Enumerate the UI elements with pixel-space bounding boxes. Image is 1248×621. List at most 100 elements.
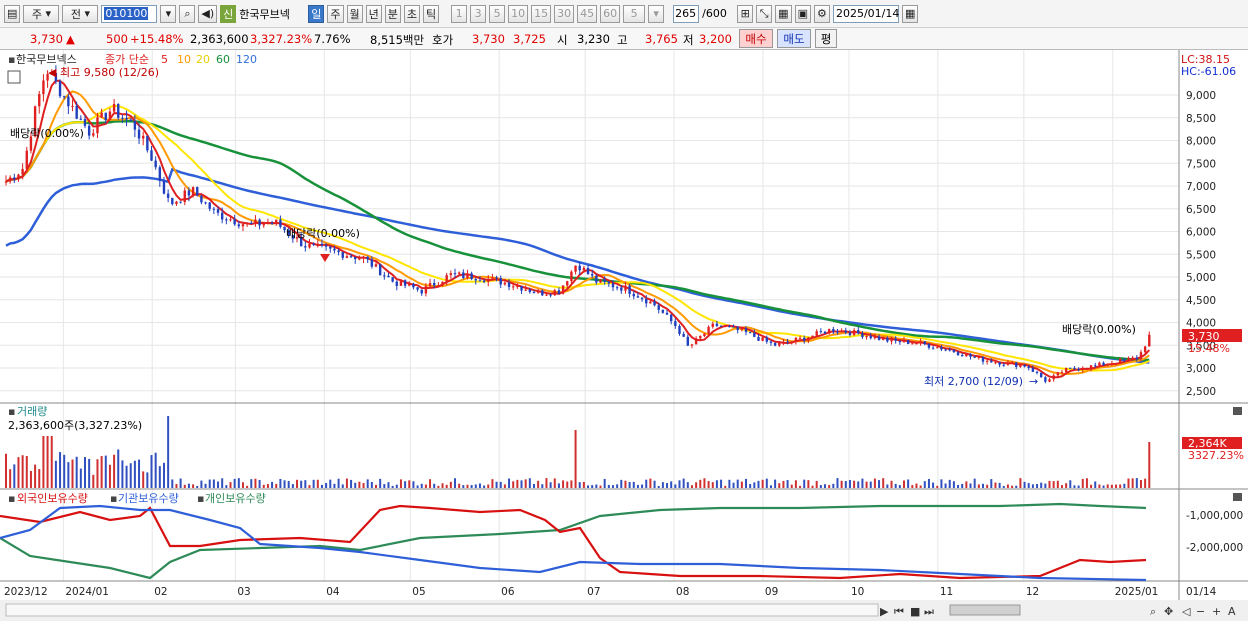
period-year-button[interactable]: 년 xyxy=(365,4,382,23)
scroll-right-icon[interactable]: ▶ xyxy=(880,605,889,618)
gear-icon[interactable]: ⚙ xyxy=(813,4,830,23)
data-count-total: /600 xyxy=(702,7,727,20)
interval-30-button[interactable]: 30 xyxy=(554,4,575,23)
volume-bar xyxy=(749,484,752,488)
period-second-button[interactable]: 초 xyxy=(403,4,421,23)
reset-zoom-icon[interactable]: A xyxy=(1228,605,1236,618)
zoom-in-icon[interactable]: + xyxy=(1212,605,1221,618)
scrollbar-thumb[interactable] xyxy=(949,604,1021,616)
buy-button[interactable]: 매수 xyxy=(739,29,773,48)
print-icon[interactable]: ▦ xyxy=(775,4,792,23)
volume-bar xyxy=(1077,485,1080,488)
volume-bar xyxy=(607,484,610,488)
period-month-button[interactable]: 월 xyxy=(346,4,363,23)
table-toggle-icon[interactable] xyxy=(7,70,21,84)
candle-body xyxy=(79,118,83,120)
candle-body xyxy=(208,202,211,209)
pan-icon[interactable]: ✥ xyxy=(1164,605,1173,618)
horizontal-scrollbar[interactable] xyxy=(5,603,879,617)
candle-body xyxy=(512,286,515,288)
eval-button[interactable]: 평 xyxy=(815,29,837,48)
period-select[interactable]: 주 ▾ xyxy=(23,4,60,23)
chart-area[interactable]: 9,000 8,500 8,000 7,500 7,000 6,500 6,000 5,500… xyxy=(0,50,1248,621)
period-day-button[interactable]: 일 xyxy=(308,4,325,23)
sell-button[interactable]: 매도 xyxy=(777,29,811,48)
x-tick-label: 12 xyxy=(1026,586,1039,598)
candle-body xyxy=(761,337,764,341)
holdings-close-icon[interactable] xyxy=(1233,493,1242,501)
period-minute-button[interactable]: 분 xyxy=(384,4,401,23)
period-week-button[interactable]: 주 xyxy=(327,4,344,23)
code-dropdown-icon[interactable]: ▾ xyxy=(160,4,177,23)
candle-body xyxy=(736,326,739,331)
data-count-input[interactable]: 265 xyxy=(673,4,700,23)
current-pct-tag-text: 15.48% xyxy=(1188,342,1230,355)
volume-bar xyxy=(142,471,145,488)
high-marker-arrow: ◀ xyxy=(48,66,57,79)
volume-bar xyxy=(387,482,390,488)
volume-bar xyxy=(462,485,465,488)
period-tick-button[interactable]: 틱 xyxy=(423,4,440,23)
volume-bar xyxy=(54,460,57,488)
volume-bar xyxy=(67,462,70,488)
candle-body xyxy=(345,256,349,258)
volume-bar xyxy=(961,483,964,488)
volume-bar xyxy=(1036,484,1039,488)
interval-value-input[interactable]: 5 xyxy=(623,4,646,23)
interval-5-button[interactable]: 5 xyxy=(489,4,506,23)
interval-10-button[interactable]: 10 xyxy=(508,4,529,23)
scroll-left-icon[interactable]: ◁ xyxy=(1182,605,1191,618)
interval-3-button[interactable]: 3 xyxy=(470,4,487,23)
ma-5-label: 5 xyxy=(161,53,168,66)
volume-bar xyxy=(375,484,378,488)
y-tick-label: 8,000 xyxy=(1186,136,1216,148)
volume-bar xyxy=(212,479,215,488)
date-input[interactable]: 2025/01/14 xyxy=(832,4,899,23)
candle-body xyxy=(906,340,910,345)
interval-60-button[interactable]: 60 xyxy=(600,4,621,23)
stop-icon[interactable]: ■ xyxy=(910,605,920,618)
save-icon[interactable]: ▣ xyxy=(794,4,811,23)
x-tick-label: 2024/01 xyxy=(65,586,109,598)
y-tick-label: 8,500 xyxy=(1186,113,1216,125)
candle-body xyxy=(985,360,989,362)
chart-menu-icon[interactable]: ▤ xyxy=(4,4,21,23)
candle-body xyxy=(665,312,669,315)
candle-body xyxy=(861,333,864,338)
x-tick-label: 03 xyxy=(237,586,250,598)
zoom-out-icon[interactable]: − xyxy=(1196,605,1205,618)
calendar-icon[interactable]: ▦ xyxy=(901,4,919,23)
candle-body xyxy=(8,177,12,182)
interval-45-button[interactable]: 45 xyxy=(577,4,598,23)
candle-body xyxy=(212,208,216,210)
candle-body xyxy=(324,245,328,247)
candle-body xyxy=(158,167,162,181)
volume-bar xyxy=(325,482,328,488)
rewind-icon[interactable]: ⏮ xyxy=(894,605,904,618)
stock-code-input[interactable]: 010100 xyxy=(101,4,158,23)
volume-bar xyxy=(570,480,573,488)
volume-bar xyxy=(512,481,515,488)
ma-20-label: 20 xyxy=(196,53,210,66)
speaker-icon[interactable]: ◀) xyxy=(198,4,218,23)
volume-bar xyxy=(258,479,261,488)
candle-body xyxy=(507,282,511,287)
volume-bar xyxy=(1002,485,1005,488)
volume-bar xyxy=(296,479,299,488)
crosshair-icon[interactable]: ⊞ xyxy=(737,4,754,23)
volume-bar xyxy=(1019,478,1022,488)
volume-bar xyxy=(661,482,664,488)
volume-bar xyxy=(483,485,486,488)
draw-tool-icon[interactable]: ⤡ xyxy=(756,4,773,23)
interval-1-button[interactable]: 1 xyxy=(451,4,468,23)
zoom-icon[interactable]: ⌕ xyxy=(1150,605,1156,618)
candle-body xyxy=(279,219,282,227)
interval-15-button[interactable]: 15 xyxy=(531,4,552,23)
prev-select[interactable]: 전 ▾ xyxy=(62,4,99,23)
fast-forward-icon[interactable]: ⏭ xyxy=(924,605,934,618)
volume-bar xyxy=(1085,478,1088,488)
interval-dropdown-icon[interactable]: ▾ xyxy=(648,4,665,23)
search-icon[interactable]: ⌕ xyxy=(179,4,196,23)
holdings-axis-2: -2,000,000 xyxy=(1186,542,1243,554)
volume-close-icon[interactable] xyxy=(1233,407,1242,415)
